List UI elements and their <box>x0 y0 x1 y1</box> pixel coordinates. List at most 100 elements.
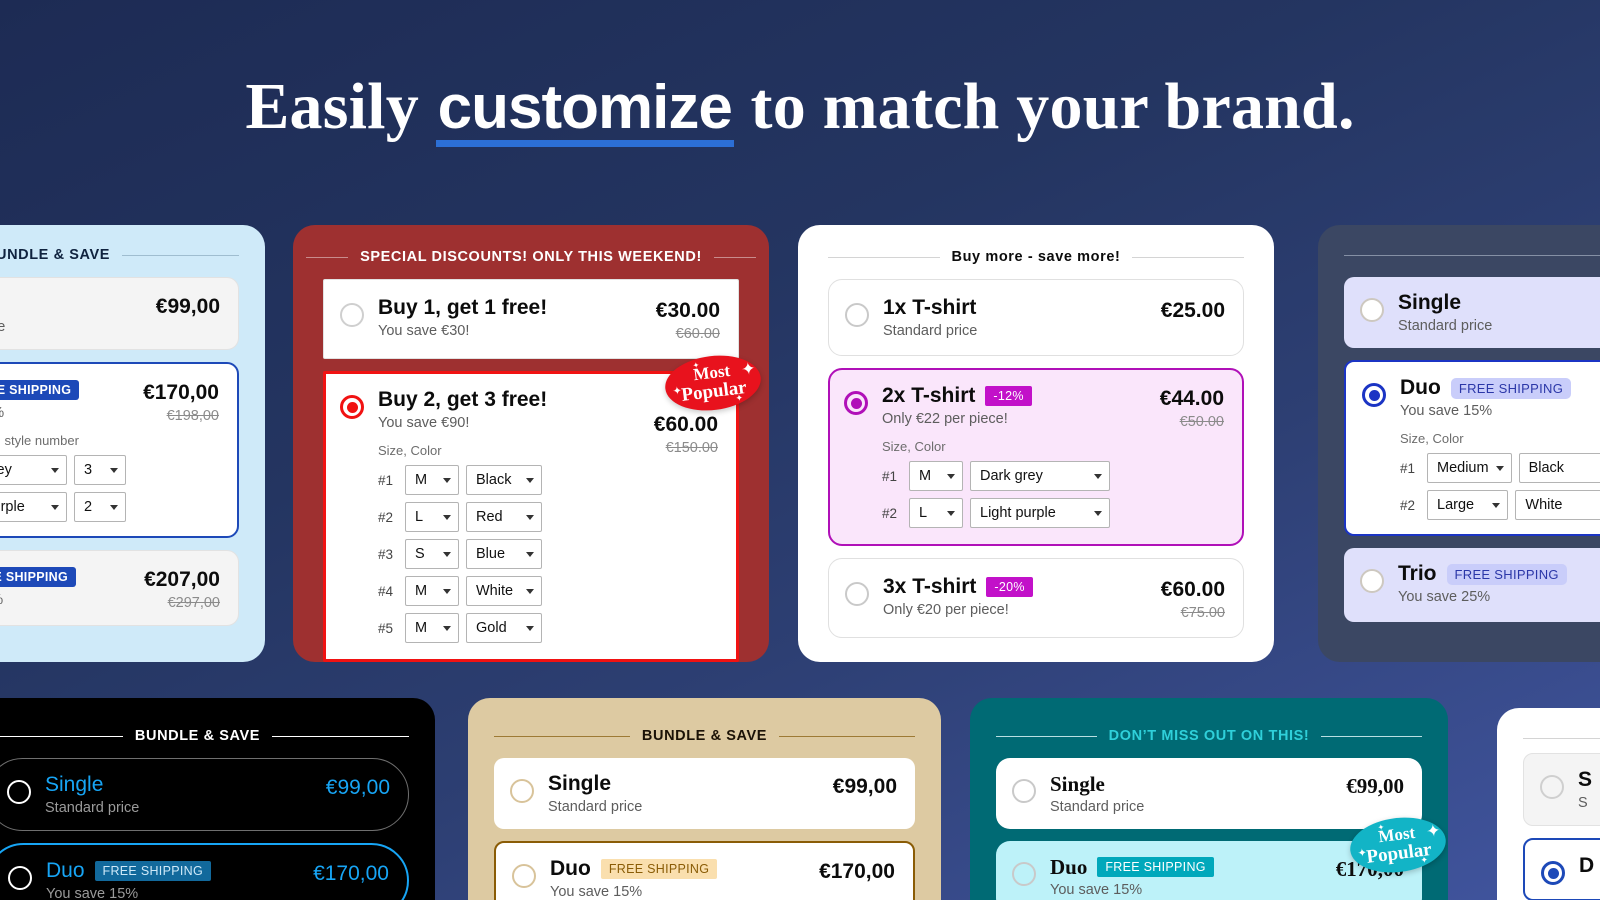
color-select[interactable]: Blue <box>466 539 542 570</box>
variant-row: #2 Light purple 2 <box>0 492 129 523</box>
option-price: €170,00 <box>819 860 895 884</box>
option-title: 3x T-shirt <box>883 575 977 599</box>
size-select[interactable]: L <box>405 502 459 533</box>
option-subtitle: You save 25% <box>0 592 130 608</box>
quantity-select[interactable]: 2 <box>74 492 126 523</box>
radio-icon[interactable] <box>1541 861 1565 886</box>
variant-row: #1 M Black <box>378 465 640 496</box>
radio-icon[interactable] <box>1540 775 1564 799</box>
chevron-down-icon <box>443 626 451 632</box>
option-duo[interactable]: Duo FREE SHIPPING You save 15% Size, Col… <box>1344 360 1600 537</box>
size-select[interactable]: Medium <box>1427 453 1512 484</box>
divider-rule-right <box>122 254 239 256</box>
color-select[interactable]: Dark grey <box>0 455 67 486</box>
color-select[interactable]: Black <box>1518 453 1600 484</box>
option-3x-tshirt[interactable]: 3x T-shirt -20% Only €20 per piece! €60.… <box>828 558 1244 639</box>
color-select[interactable]: White <box>1515 490 1600 521</box>
option-duo[interactable]: Duo FREE SHIPPING You save 15% €170,00 <box>0 843 409 900</box>
option-compare-price: €198,00 <box>166 408 219 425</box>
color-select[interactable]: Gold <box>466 613 542 644</box>
size-select[interactable]: S <box>405 539 459 570</box>
pricing-card-white-partial: S S D <box>1497 708 1600 900</box>
card-heading: BUNDLE & SAVE <box>0 247 239 263</box>
option-title: Single <box>548 772 612 795</box>
color-select-value: Black <box>476 472 512 489</box>
color-select[interactable]: Dark grey <box>970 461 1110 492</box>
option-price: €99,00 <box>325 776 390 799</box>
option-single[interactable]: S S <box>1523 753 1600 827</box>
option-subtitle: Only €20 per piece! <box>883 602 1009 619</box>
card-heading-text: BUNDLE & SAVE <box>134 728 261 744</box>
option-1x-tshirt[interactable]: 1x T-shirt Standard price €25.00 <box>828 279 1244 357</box>
radio-icon[interactable] <box>1012 779 1036 803</box>
option-title: D <box>1579 854 1595 878</box>
variant-row: #1 Dark grey 3 <box>0 455 129 486</box>
radio-icon[interactable] <box>340 395 364 420</box>
size-select[interactable]: L <box>909 498 963 529</box>
status-badge: FREE SHIPPING <box>600 859 718 880</box>
option-duo[interactable]: D <box>1523 838 1600 900</box>
option-title: 2x T-shirt <box>882 384 976 408</box>
radio-icon[interactable] <box>1012 862 1036 887</box>
color-select[interactable]: Red <box>466 502 542 533</box>
pricing-card-red: SPECIAL DISCOUNTS! ONLY THIS WEEKEND! Bu… <box>293 225 769 662</box>
color-select[interactable]: Light purple <box>0 492 67 523</box>
option-trio[interactable]: Trio FREE SHIPPING You save 25% €207,00 … <box>1344 548 1600 623</box>
option-duo[interactable]: Duo FREE SHIPPING You save 15% €170,00 <box>494 841 915 900</box>
option-trio[interactable]: Trio FREE SHIPPING You save 25% €207,00 … <box>0 550 239 627</box>
sparkle-icon: ✦ <box>1377 822 1385 833</box>
color-select-value: White <box>1525 497 1563 514</box>
color-select[interactable]: Light purple <box>970 498 1110 529</box>
option-title: Duo <box>1400 376 1441 400</box>
variant-row: #1 M Dark grey <box>882 461 1146 492</box>
variant-row: #5 M Gold <box>378 613 640 644</box>
color-select-value: Blue <box>476 546 506 563</box>
option-single[interactable]: Single Standard price €99,00 <box>0 758 409 832</box>
option-buy1get1[interactable]: Buy 1, get 1 free! You save €30! €30.00 … <box>323 279 739 360</box>
radio-icon[interactable] <box>8 866 32 891</box>
option-single[interactable]: Single Standard price €99,00 <box>996 758 1422 830</box>
card-heading: SPECIAL DISCOUNTS! ONLY THIS WEEKEND! <box>306 249 756 265</box>
option-single[interactable]: Single Standard price €99,00 <box>0 277 239 351</box>
radio-icon[interactable] <box>512 864 536 889</box>
divider-rule-left <box>1523 738 1600 739</box>
option-price: €99,00 <box>1346 774 1404 798</box>
color-select-value: Gold <box>476 620 507 637</box>
color-select[interactable]: Black <box>466 465 542 496</box>
quantity-select[interactable]: 3 <box>74 455 126 486</box>
option-subtitle: S <box>1578 795 1588 812</box>
size-select[interactable]: M <box>405 576 459 607</box>
divider-rule-right <box>272 735 409 737</box>
option-subtitle: You save €30! <box>378 323 470 340</box>
option-subtitle: You save 15% <box>1050 882 1143 899</box>
radio-icon[interactable] <box>340 303 364 327</box>
radio-icon[interactable] <box>845 303 869 327</box>
option-single[interactable]: Single Standard price €99,00 <box>1344 277 1600 349</box>
radio-icon[interactable] <box>1360 298 1384 322</box>
option-single[interactable]: Single Standard price €99,00 <box>494 758 915 830</box>
chevron-down-icon <box>443 589 451 595</box>
radio-icon[interactable] <box>1360 569 1384 594</box>
size-select[interactable]: Large <box>1427 490 1509 521</box>
color-select-value: Dark grey <box>0 462 12 479</box>
size-select[interactable]: M <box>405 465 459 496</box>
option-duo[interactable]: Duo FREE SHIPPING You save 15% Size, Col… <box>0 362 239 539</box>
size-select-value: M <box>415 472 428 489</box>
option-2x-tshirt[interactable]: 2x T-shirt -12% Only €22 per piece! Size… <box>828 368 1244 547</box>
size-select-value: M <box>415 583 428 600</box>
radio-icon[interactable] <box>845 582 869 607</box>
size-select[interactable]: M <box>909 461 963 492</box>
radio-icon[interactable] <box>1362 383 1386 408</box>
size-select[interactable]: M <box>405 613 459 644</box>
sparkle-icon: ✦ <box>672 384 683 398</box>
radio-icon[interactable] <box>844 391 868 416</box>
chevron-down-icon <box>1495 466 1504 472</box>
radio-icon[interactable] <box>510 779 534 803</box>
page-title: Easily customize to match your brand. <box>0 72 1600 148</box>
variant-index: #1 <box>378 472 394 488</box>
radio-icon[interactable] <box>7 780 31 804</box>
option-buy2get3[interactable]: Buy 2, get 3 free! You save €90! Size, C… <box>323 371 739 662</box>
option-subtitle: Standard price <box>1050 799 1145 816</box>
option-subtitle: You save 15% <box>550 884 643 900</box>
color-select[interactable]: White <box>466 576 542 607</box>
